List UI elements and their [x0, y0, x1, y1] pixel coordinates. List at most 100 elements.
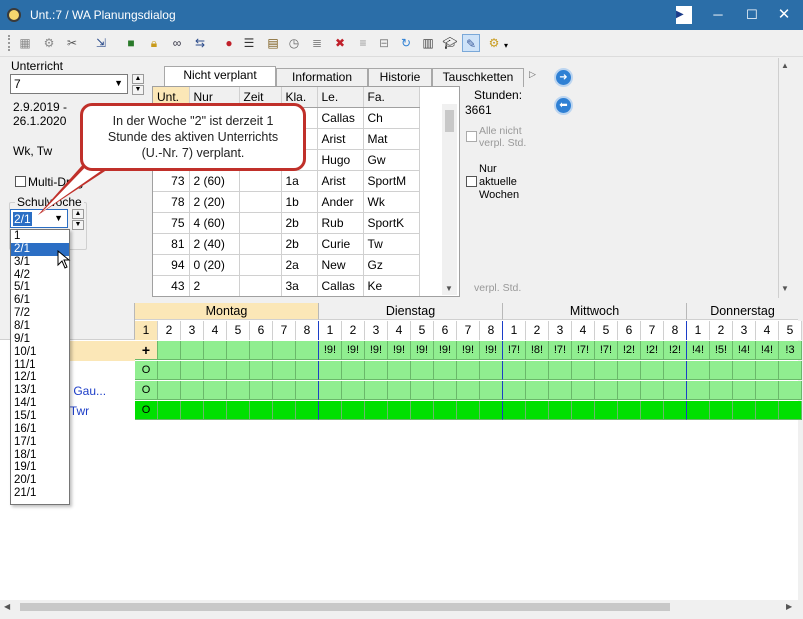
schedule-cell[interactable] [733, 381, 756, 400]
new-icon[interactable]: ▦ [16, 34, 34, 52]
schedule-cell[interactable] [641, 381, 664, 400]
schedule-cell[interactable] [641, 361, 664, 380]
schedule-cell[interactable] [227, 401, 250, 420]
dropdown-option[interactable]: 7/2 [11, 307, 69, 320]
schedule-cell[interactable] [250, 381, 273, 400]
minimize-button[interactable]: ─ [704, 4, 732, 26]
dropdown-option[interactable]: 16/1 [11, 423, 69, 436]
schedule-cell[interactable] [572, 381, 595, 400]
tab-nicht-verplant[interactable]: Nicht verplant [164, 66, 276, 88]
schedule-cell[interactable] [779, 361, 802, 380]
schedule-cell[interactable] [595, 361, 618, 380]
schedule-cell[interactable] [595, 381, 618, 400]
schedule-cell[interactable] [457, 361, 480, 380]
schedule-cell[interactable] [319, 381, 342, 400]
period-header[interactable]: 1 [503, 321, 526, 340]
schedule-cell[interactable] [664, 381, 687, 400]
spin-down-icon[interactable]: ▼ [132, 85, 144, 95]
dropdown-option[interactable]: 21/1 [11, 487, 69, 500]
schedule-cell[interactable] [388, 361, 411, 380]
schedule-cell[interactable] [572, 401, 595, 420]
settings-icon[interactable]: ⚙ [40, 34, 58, 52]
tab-scroll-right-icon[interactable]: ▷ [529, 69, 536, 80]
scroll-thumb[interactable] [445, 110, 454, 132]
schedule-cell[interactable] [618, 361, 641, 380]
schedule-cell[interactable] [227, 381, 250, 400]
schedule-cell[interactable] [319, 401, 342, 420]
col-header-le[interactable]: Le. [317, 87, 364, 108]
schedule-cell[interactable] [273, 341, 296, 360]
day-header-mittwoch[interactable]: Mittwoch [503, 303, 687, 320]
period-header[interactable]: 2 [526, 321, 549, 340]
schedule-cell[interactable] [342, 361, 365, 380]
schedule-cell[interactable] [158, 401, 181, 420]
dropdown-option[interactable]: 20/1 [11, 474, 69, 487]
schedule-cell[interactable] [549, 361, 572, 380]
schedule-cell[interactable] [273, 401, 296, 420]
period-header[interactable]: 2 [342, 321, 365, 340]
schedule-cell[interactable] [480, 361, 503, 380]
schulwoche-dropdown-list[interactable]: 1 2/1 3/1 4/2 5/1 6/1 7/2 8/1 9/1 10/1 11/1 12/1 13/… [10, 229, 70, 505]
period-header[interactable]: 2 [158, 321, 181, 340]
schedule-cell[interactable]: !9! [342, 341, 365, 360]
grid-vertical-scrollbar[interactable]: ▼ [442, 104, 457, 295]
row-marker[interactable]: O [135, 361, 158, 380]
dropdown-option[interactable]: 8/1 [11, 320, 69, 333]
arrow-right-icon[interactable]: ➜ [554, 68, 573, 87]
schedule-cell[interactable] [296, 341, 319, 360]
chevron-down-icon[interactable]: ▼ [114, 78, 123, 88]
period-header[interactable]: 3 [549, 321, 572, 340]
day-header-dienstag[interactable]: Dienstag [319, 303, 503, 320]
schedule-cell[interactable] [618, 401, 641, 420]
schedule-cell[interactable]: !9! [411, 341, 434, 360]
schedule-cell[interactable] [572, 361, 595, 380]
schedule-cell[interactable]: !2! [618, 341, 641, 360]
table-row[interactable]: 94 0 (20) 2a New Gz [153, 254, 420, 276]
period-header[interactable]: 5 [411, 321, 434, 340]
schedule-cell[interactable] [365, 361, 388, 380]
schedule-cell[interactable]: !5! [710, 341, 733, 360]
stack-icon[interactable]: ≣ [308, 34, 326, 52]
lock-icon[interactable]: 🔒︎ [145, 34, 163, 52]
period-header[interactable]: 1 [687, 321, 710, 340]
schedule-cell[interactable] [687, 401, 710, 420]
nur-aktuelle-checkbox[interactable] [466, 176, 477, 187]
move-icon[interactable]: ⇆ [191, 34, 209, 52]
schedule-cell[interactable] [733, 361, 756, 380]
spin-up-icon[interactable]: ▲ [132, 74, 144, 84]
schedule-cell[interactable] [503, 381, 526, 400]
schedule-cell[interactable]: !2! [641, 341, 664, 360]
period-header[interactable]: 6 [434, 321, 457, 340]
schedule-cell[interactable] [641, 401, 664, 420]
schedule-cell[interactable] [457, 381, 480, 400]
schedule-cell[interactable] [411, 381, 434, 400]
schedule-cell[interactable] [342, 401, 365, 420]
schedule-cell[interactable] [457, 401, 480, 420]
period-header[interactable]: 1 [319, 321, 342, 340]
period-header[interactable]: 4 [572, 321, 595, 340]
period-header[interactable]: 8 [664, 321, 687, 340]
period-header[interactable]: 3 [733, 321, 756, 340]
schedule-cell[interactable] [273, 381, 296, 400]
day-header-montag[interactable]: Montag [135, 303, 319, 320]
dropdown-option[interactable]: 18/1 [11, 449, 69, 462]
table-row[interactable]: 43 2 3a Callas Ke [153, 275, 420, 296]
pin-icon[interactable]: ● [220, 34, 238, 52]
schedule-cell[interactable] [296, 401, 319, 420]
schedule-cell[interactable] [503, 361, 526, 380]
schedule-cell[interactable] [664, 401, 687, 420]
schedule-cell[interactable] [503, 401, 526, 420]
scroll-up-icon[interactable]: ▲ [781, 61, 789, 70]
period-header[interactable]: 5 [227, 321, 250, 340]
schedule-cell[interactable] [756, 381, 779, 400]
schedule-cell[interactable]: !3 [779, 341, 802, 360]
dropdown-option[interactable]: 13/1 [11, 384, 69, 397]
delete-icon[interactable]: ✖ [331, 34, 349, 52]
schedule-cell[interactable]: !9! [319, 341, 342, 360]
schedule-cell[interactable] [549, 401, 572, 420]
dropdown-option[interactable]: 11/1 [11, 359, 69, 372]
schedule-cell[interactable]: !9! [480, 341, 503, 360]
schedule-cell[interactable] [411, 401, 434, 420]
clock-icon[interactable]: ◷ [285, 34, 303, 52]
schedule-cell[interactable]: !9! [434, 341, 457, 360]
